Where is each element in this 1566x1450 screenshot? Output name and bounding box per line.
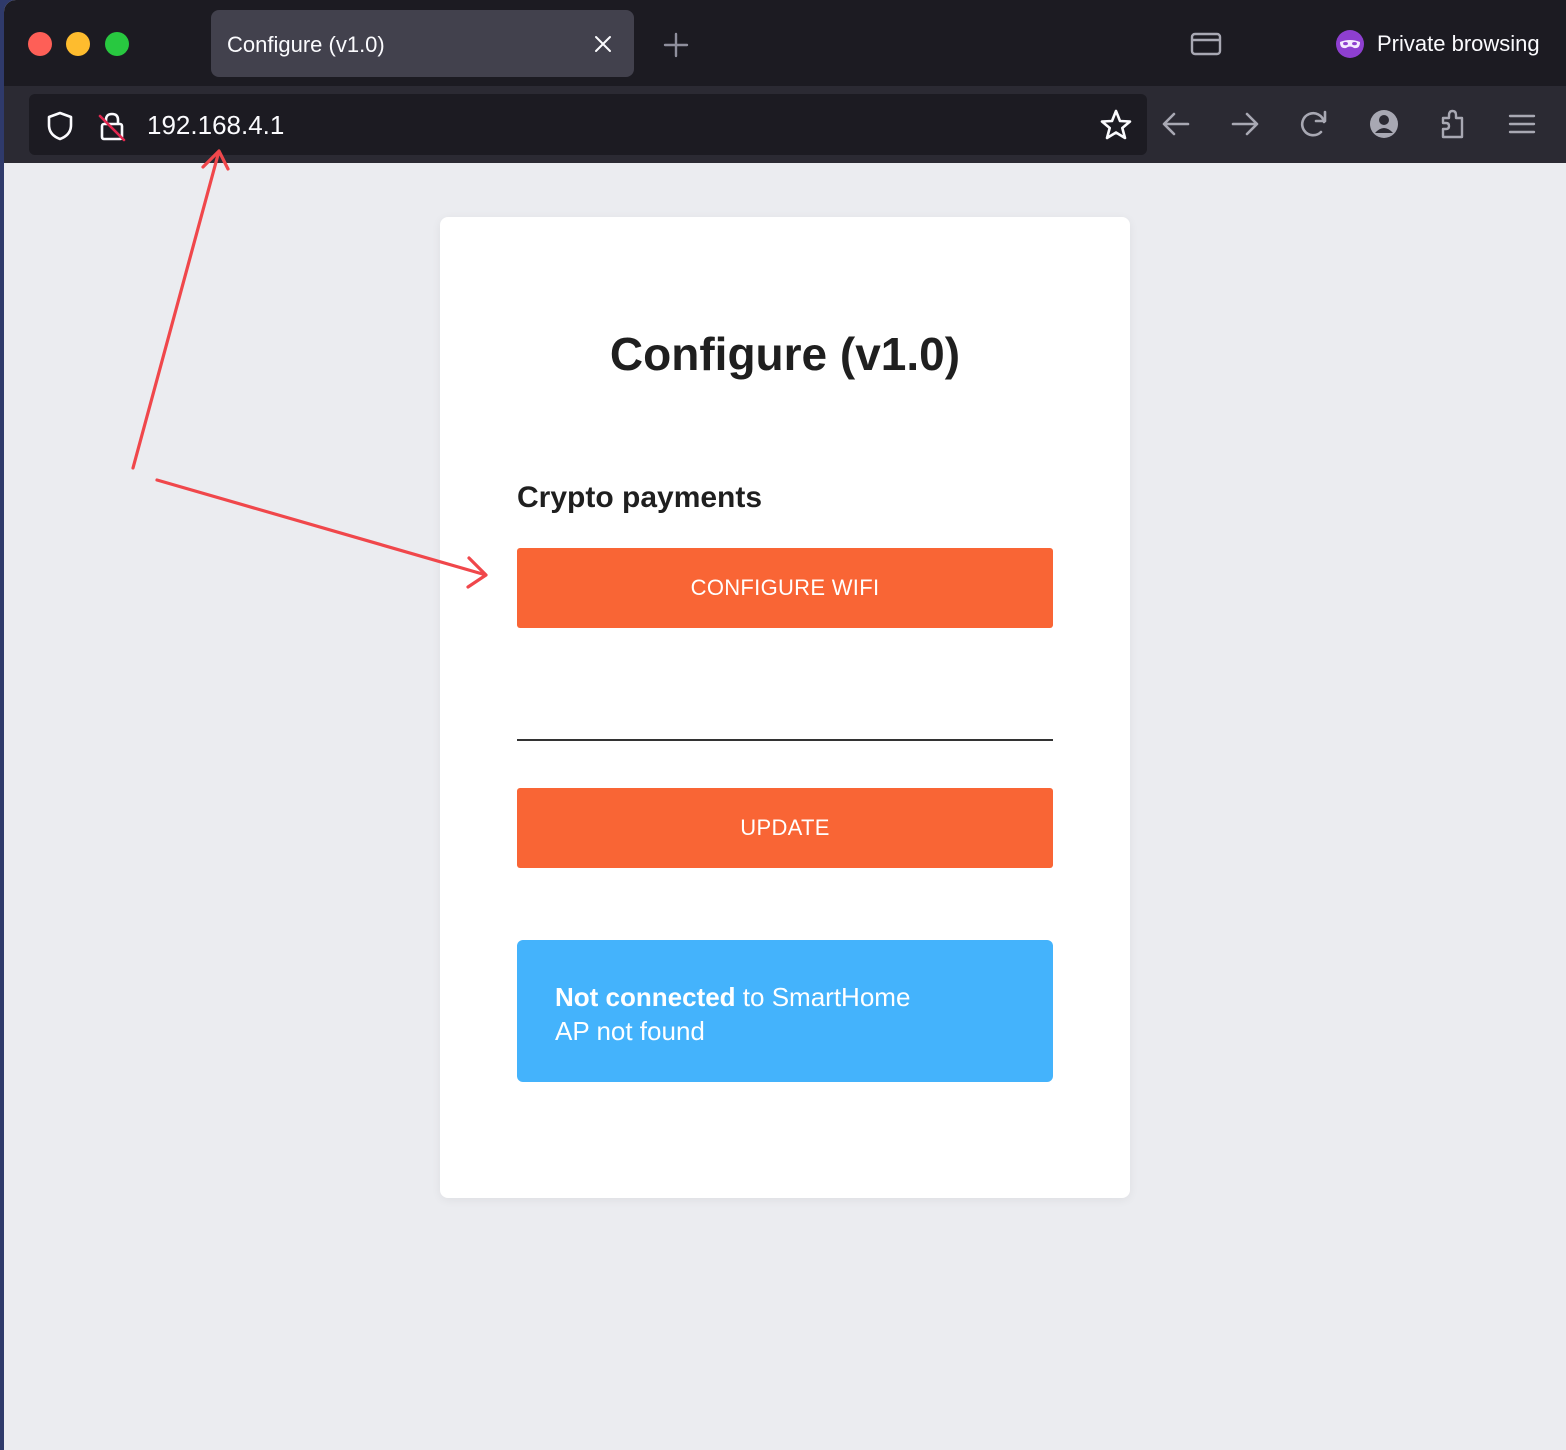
private-mask-icon (1336, 30, 1364, 58)
address-bar[interactable]: 192.168.4.1 (29, 94, 1147, 155)
url-text[interactable]: 192.168.4.1 (147, 110, 284, 141)
status-strong: Not connected (555, 982, 736, 1012)
minimize-window-button[interactable] (66, 32, 90, 56)
extensions-icon[interactable] (1437, 108, 1469, 140)
page-title: Configure (v1.0) (609, 328, 961, 380)
title-bar: Configure (v1.0) Private browsing (4, 0, 1566, 86)
configure-wifi-button[interactable]: CONFIGURE WIFI (517, 548, 1053, 628)
page-content: Configure (v1.0) Crypto payments CONFIGU… (4, 163, 1566, 1450)
text-input[interactable] (517, 697, 1053, 741)
update-button[interactable]: UPDATE (517, 788, 1053, 868)
config-card: Configure (v1.0) Crypto payments CONFIGU… (440, 217, 1130, 1198)
menu-icon[interactable] (1506, 108, 1538, 140)
forward-icon[interactable] (1229, 108, 1261, 140)
new-tab-icon[interactable] (663, 32, 689, 58)
account-icon[interactable] (1368, 108, 1400, 140)
browser-window: Configure (v1.0) Private browsing 192.16… (4, 0, 1566, 1450)
reload-icon[interactable] (1298, 108, 1330, 140)
star-icon[interactable] (1099, 108, 1133, 142)
window-icon[interactable] (1190, 32, 1222, 56)
zoom-window-button[interactable] (105, 32, 129, 56)
section-title: Crypto payments (517, 481, 763, 514)
status-text: to SmartHome (735, 982, 911, 1012)
close-window-button[interactable] (28, 32, 52, 56)
status-detail: AP not found (555, 1016, 705, 1046)
private-browsing-label: Private browsing (1377, 31, 1540, 56)
close-icon[interactable] (591, 32, 615, 56)
nav-toolbar: 192.168.4.1 (4, 86, 1566, 163)
tab-title: Configure (v1.0) (227, 32, 385, 57)
insecure-lock-icon[interactable] (97, 110, 127, 142)
status-alert: Not connected to SmartHome AP not found (517, 940, 1053, 1082)
back-icon[interactable] (1160, 108, 1192, 140)
shield-icon[interactable] (45, 110, 75, 142)
tab-configure[interactable]: Configure (v1.0) (211, 10, 634, 77)
